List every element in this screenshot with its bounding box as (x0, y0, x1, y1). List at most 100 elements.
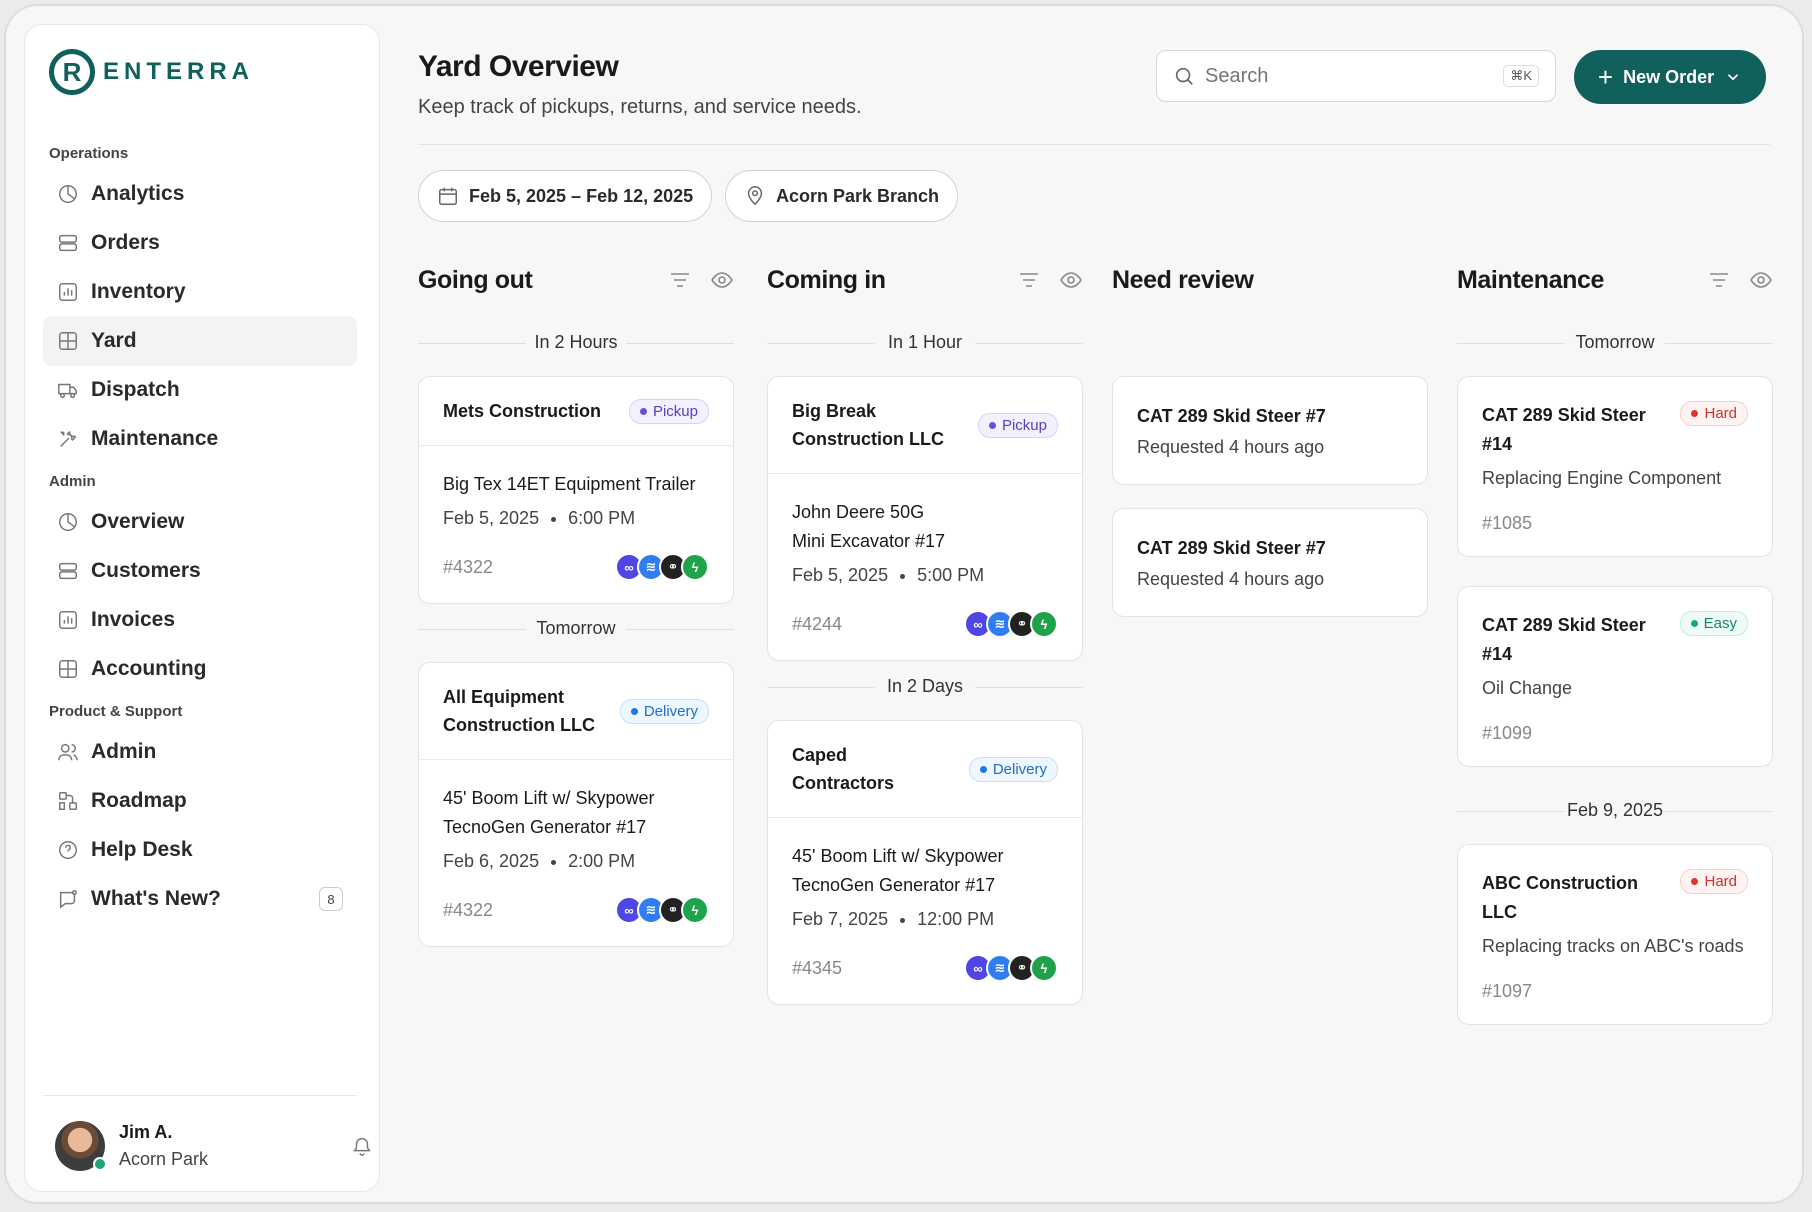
order-card[interactable]: Mets Construction Pickup Big Tex 14ET Eq… (418, 376, 734, 604)
bolt-icon: ϟ (681, 553, 709, 581)
sidebar-item-label: Roadmap (91, 789, 187, 812)
bell-icon[interactable] (351, 1135, 373, 1157)
stack-icon (57, 232, 79, 254)
grid-icon (57, 658, 79, 680)
sidebar-item-help-desk[interactable]: Help Desk (43, 825, 357, 875)
bolt-icon: ϟ (1030, 610, 1058, 638)
stack-icon (57, 560, 79, 582)
filter-icon[interactable] (1017, 268, 1041, 292)
order-card[interactable]: All Equipment Construction LLC Delivery … (418, 662, 734, 947)
pie-chart-icon (57, 183, 79, 205)
maintenance-card[interactable]: ABC Construction LLC Hard Replacing trac… (1457, 844, 1773, 1025)
sidebar-item-label: Analytics (91, 182, 185, 205)
equipment-name: Big Tex 14ET Equipment Trailer (443, 474, 696, 494)
column-title: Coming in (767, 265, 886, 294)
sidebar-item-label: Overview (91, 510, 185, 533)
new-order-button[interactable]: + New Order (1574, 50, 1766, 104)
grid-icon (57, 330, 79, 352)
ticket-number: #1099 (1482, 723, 1533, 743)
search-box[interactable]: ⌘K (1156, 50, 1556, 102)
column-title: Maintenance (1457, 265, 1605, 294)
maintenance-card[interactable]: CAT 289 Skid Steer #14 Hard Replacing En… (1457, 376, 1773, 557)
eye-icon[interactable] (1059, 268, 1083, 292)
review-card[interactable]: CAT 289 Skid Steer #7 Requested 4 hours … (1112, 376, 1428, 485)
difficulty-tag: Easy (1679, 611, 1748, 636)
search-input[interactable] (1205, 64, 1494, 88)
group-label: Feb 9, 2025 (1457, 800, 1773, 821)
sidebar-item-whats-new[interactable]: What's New? 8 (43, 874, 357, 924)
sidebar-item-dispatch[interactable]: Dispatch (43, 365, 357, 415)
customer-name: All Equipment Construction LLC (443, 687, 595, 735)
sidebar-item-accounting[interactable]: Accounting (43, 644, 357, 694)
task-description: Replacing tracks on ABC's roads (1482, 936, 1744, 956)
avatar (55, 1121, 107, 1171)
order-card[interactable]: Caped Contractors Delivery 45' Boom Lift… (767, 720, 1083, 1005)
sidebar-item-maintenance[interactable]: Maintenance (43, 414, 357, 464)
integration-icons: ∞ ≋ ⚭ ϟ (615, 896, 709, 924)
column-need-review: Need review CAT 289 Skid Steer #7 Reques… (1112, 260, 1428, 617)
column-title: Need review (1112, 265, 1254, 294)
sidebar-item-yard[interactable]: Yard (43, 316, 357, 366)
sidebar-item-label: Dispatch (91, 378, 180, 401)
date-range-filter[interactable]: Feb 5, 2025 – Feb 12, 2025 (418, 170, 713, 222)
sidebar-item-overview[interactable]: Overview (43, 497, 357, 547)
sidebar-item-label: Invoices (91, 608, 176, 631)
page-title: Yard Overview (418, 50, 619, 83)
user-profile[interactable]: Jim A. Acorn Park (55, 1121, 208, 1171)
equipment-name: CAT 289 Skid Steer #14 (1482, 405, 1646, 454)
shortcut-hint: ⌘K (1503, 65, 1539, 87)
order-number: #4322 (443, 899, 494, 920)
order-card[interactable]: Big Break Construction LLC Pickup John D… (767, 376, 1083, 661)
sidebar-item-inventory[interactable]: Inventory (43, 267, 357, 317)
order-number: #4244 (792, 613, 843, 634)
sidebar-item-label: Help Desk (91, 838, 193, 861)
equipment-name: CAT 289 Skid Steer #7 (1137, 538, 1326, 558)
count-badge: 8 (319, 887, 343, 911)
equipment-name: John Deere 50G Mini Excavator #17 (792, 502, 946, 551)
sidebar-item-analytics[interactable]: Analytics (43, 169, 357, 219)
schedule: Feb 5, 2025 6:00 PM (443, 508, 636, 528)
sidebar-item-label: Customers (91, 559, 201, 582)
users-icon (57, 741, 79, 763)
sidebar-item-orders[interactable]: Orders (43, 218, 357, 268)
request-time: Requested 4 hours ago (1137, 569, 1325, 589)
request-time: Requested 4 hours ago (1137, 437, 1325, 457)
sidebar-item-label: Orders (91, 231, 160, 254)
schedule: Feb 5, 2025 5:00 PM (792, 565, 985, 585)
bolt-icon: ϟ (1030, 954, 1058, 982)
sidebar-item-admin[interactable]: Admin (43, 727, 357, 777)
eye-icon[interactable] (1749, 268, 1773, 292)
search-icon (1175, 67, 1193, 85)
filter-icon[interactable] (668, 268, 692, 292)
sidebar-item-roadmap[interactable]: Roadmap (43, 776, 357, 826)
divider (418, 144, 1770, 145)
plus-icon: + (1597, 62, 1614, 92)
sidebar-item-label: Accounting (91, 657, 207, 680)
maintenance-card[interactable]: CAT 289 Skid Steer #14 Easy Oil Change #… (1457, 586, 1773, 767)
integration-icons: ∞ ≋ ⚭ ϟ (615, 553, 709, 581)
roadmap-icon (57, 790, 79, 812)
pie-chart-icon (57, 511, 79, 533)
sidebar-item-invoices[interactable]: Invoices (43, 595, 357, 645)
bar-chart-icon (57, 281, 79, 303)
column-coming-in: Coming in In 1 Hour Big Break Constructi… (767, 260, 1083, 1005)
tools-icon (57, 428, 79, 450)
customer-name: Big Break Construction LLC (792, 401, 944, 449)
page-subtitle: Keep track of pickups, returns, and serv… (418, 96, 862, 118)
order-number: #4322 (443, 556, 494, 577)
review-card[interactable]: CAT 289 Skid Steer #7 Requested 4 hours … (1112, 508, 1428, 617)
bar-chart-icon (57, 609, 79, 631)
online-status-dot (93, 1157, 107, 1171)
difficulty-tag: Hard (1680, 401, 1748, 426)
branch-filter[interactable]: Acorn Park Branch (725, 170, 959, 222)
sidebar-item-customers[interactable]: Customers (43, 546, 357, 596)
brand-logo[interactable]: R ENTERRA (49, 49, 254, 95)
chat-icon (57, 888, 79, 910)
sidebar-item-label: What's New? (91, 887, 221, 910)
filter-icon[interactable] (1707, 268, 1731, 292)
sidebar-item-label: Inventory (91, 280, 186, 303)
user-branch: Acorn Park (119, 1149, 209, 1169)
eye-icon[interactable] (710, 268, 734, 292)
column-title: Going out (418, 265, 533, 294)
date-range-label: Feb 5, 2025 – Feb 12, 2025 (469, 185, 694, 206)
